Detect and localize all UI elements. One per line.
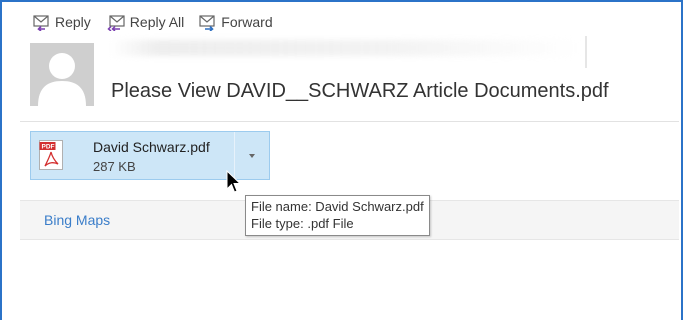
forward-label: Forward: [221, 14, 273, 30]
reply-button[interactable]: Reply: [32, 13, 91, 31]
attachment-size: 287 KB: [93, 159, 136, 174]
blurred-divider: [585, 36, 587, 68]
attachment-name: David Schwarz.pdf: [93, 139, 210, 155]
header-divider: [20, 121, 679, 122]
reply-all-icon: [107, 15, 125, 31]
forward-icon: [199, 15, 215, 31]
attachment-tooltip: File name: David Schwarz.pdf File type: …: [245, 195, 430, 236]
reply-all-button[interactable]: Reply All: [105, 13, 184, 31]
blurred-sender-info: [110, 40, 580, 56]
chevron-down-icon: [249, 153, 255, 158]
message-subject: Please View DAVID__SCHWARZ Article Docum…: [111, 80, 609, 102]
bing-maps-link[interactable]: Bing Maps: [44, 212, 110, 228]
pdf-icon: PDF: [39, 140, 63, 170]
reply-all-label: Reply All: [129, 14, 185, 30]
svg-text:PDF: PDF: [42, 144, 55, 151]
tooltip-file-type: File type: .pdf File: [251, 216, 354, 231]
person-silhouette-icon: [38, 53, 86, 106]
tooltip-file-name: File name: David Schwarz.pdf: [251, 199, 424, 214]
sender-avatar: [30, 43, 94, 106]
forward-button[interactable]: Forward: [198, 13, 273, 31]
mouse-pointer-icon: [226, 170, 242, 193]
reply-icon: [33, 15, 49, 31]
reply-label: Reply: [55, 14, 91, 30]
message-toolbar: Reply Reply All Forward: [32, 11, 273, 33]
